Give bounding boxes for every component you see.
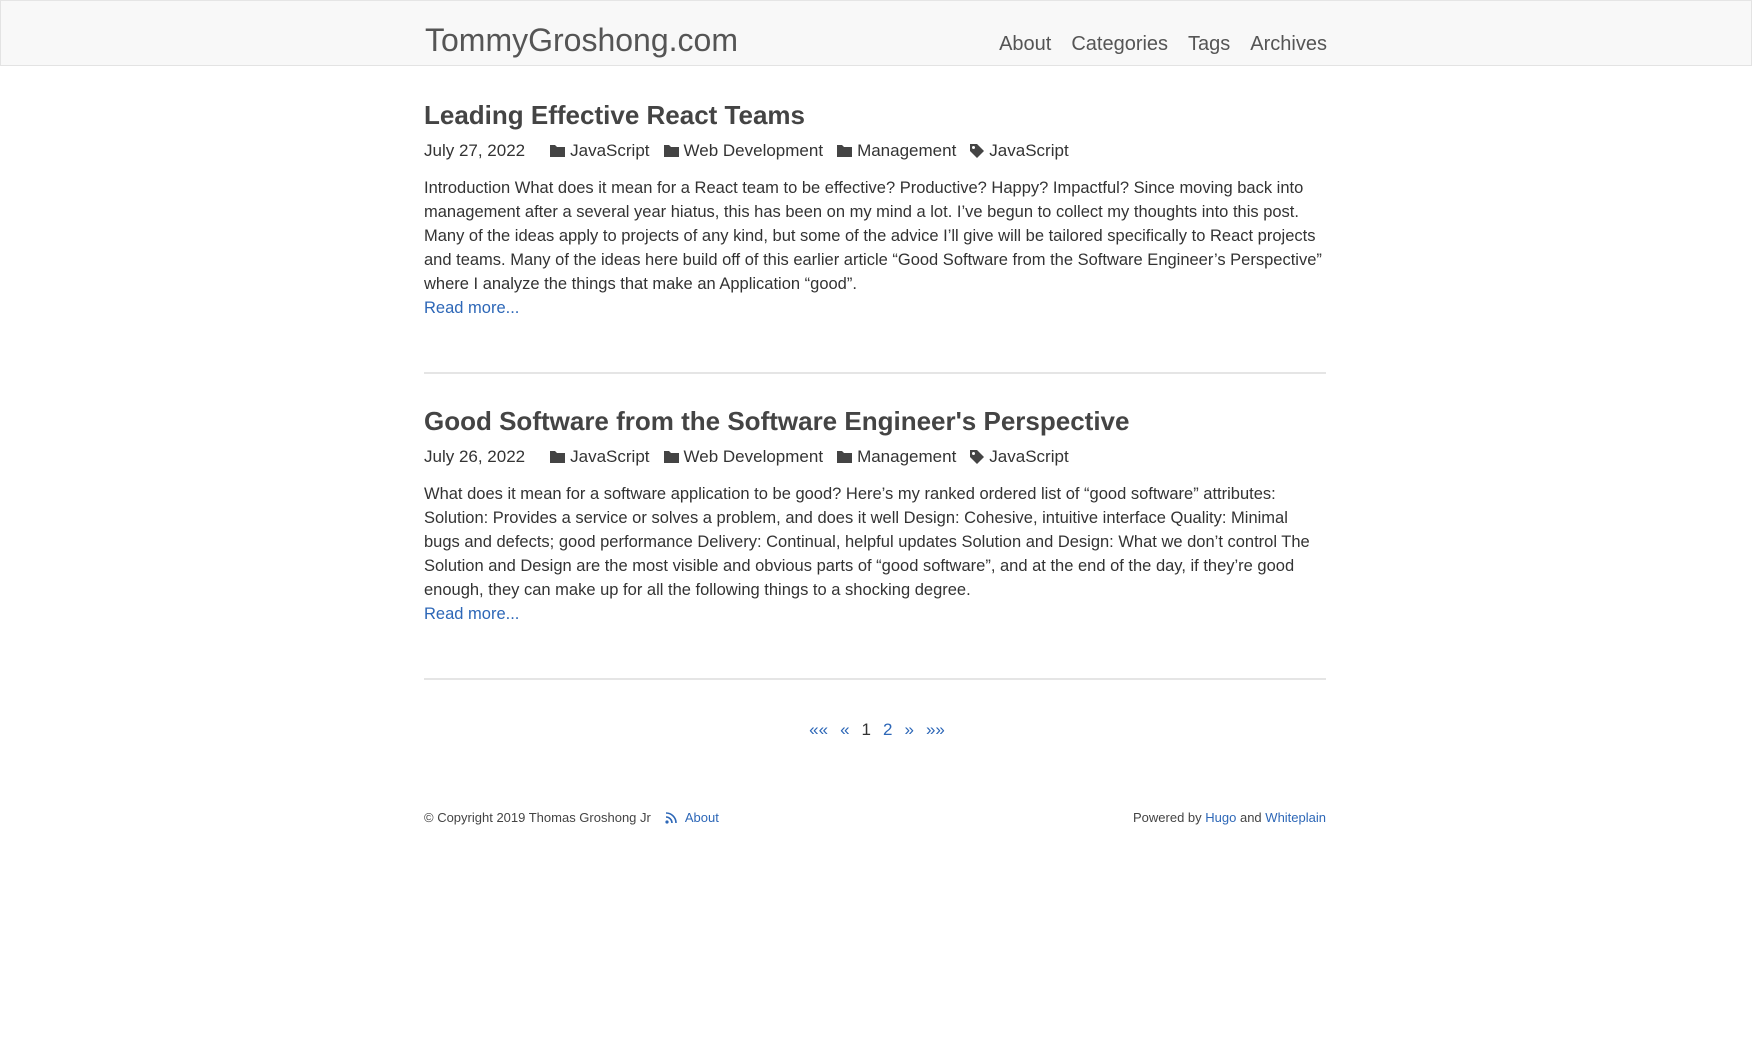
prev-page-link[interactable]: « [840, 718, 849, 742]
rss-icon[interactable] [665, 812, 677, 824]
category-link[interactable]: JavaScript [549, 446, 650, 468]
category-link[interactable]: Management [836, 140, 956, 162]
nav-archives[interactable]: Archives [1250, 32, 1327, 56]
category-link[interactable]: Web Development [663, 140, 824, 162]
and-text: and [1239, 810, 1262, 825]
page-2-link[interactable]: 2 [883, 718, 892, 742]
nav-tags[interactable]: Tags [1188, 32, 1230, 56]
post-date: July 27, 2022 [424, 141, 526, 160]
category-label: JavaScript [570, 447, 650, 466]
site-footer: © Copyright 2019 Thomas Groshong Jr Abou… [424, 808, 1326, 828]
folder-icon [663, 451, 679, 463]
footer-right: Powered by Hugo and Whiteplain [1133, 808, 1326, 828]
nav-categories[interactable]: Categories [1071, 32, 1168, 56]
post-title[interactable]: Good Software from the Software Engineer… [424, 406, 1326, 436]
nav-about[interactable]: About [999, 32, 1051, 56]
site-header: TommyGroshong.com About Categories Tags … [0, 0, 1752, 66]
hugo-link[interactable]: Hugo [1205, 810, 1236, 825]
last-page-link[interactable]: »» [926, 718, 945, 742]
category-link[interactable]: Web Development [663, 446, 824, 468]
category-label: Management [857, 447, 957, 466]
post-meta: July 26, 2022 JavaScript Web Development… [424, 446, 1326, 468]
post-date: July 26, 2022 [424, 447, 526, 466]
post-meta: July 27, 2022 JavaScript Web Development… [424, 140, 1326, 162]
theme-link[interactable]: Whiteplain [1265, 810, 1326, 825]
footer-about-link[interactable]: About [685, 808, 719, 828]
post-divider [424, 678, 1326, 680]
next-page-link[interactable]: » [904, 718, 913, 742]
post-divider [424, 372, 1326, 374]
first-page-link[interactable]: «« [809, 718, 828, 742]
folder-icon [550, 145, 566, 157]
tag-label: JavaScript [989, 141, 1069, 160]
copyright-text: © Copyright 2019 Thomas Groshong Jr [424, 810, 651, 825]
read-more-link[interactable]: Read more... [424, 602, 519, 626]
pagination: «« « 1 2 » »» [0, 718, 1754, 742]
category-link[interactable]: JavaScript [549, 140, 650, 162]
post-item: Good Software from the Software Engineer… [424, 406, 1326, 626]
current-page: 1 [861, 720, 871, 739]
category-label: JavaScript [570, 141, 650, 160]
category-link[interactable]: Management [836, 446, 956, 468]
post-summary: What does it mean for a software applica… [424, 485, 1310, 599]
powered-by-text: Powered by [1132, 810, 1202, 825]
category-label: Management [857, 141, 957, 160]
folder-icon [663, 145, 679, 157]
read-more-link[interactable]: Read more... [424, 296, 519, 320]
tag-icon [970, 450, 985, 464]
tag-icon [970, 144, 985, 158]
folder-icon [837, 451, 853, 463]
category-label: Web Development [683, 141, 824, 160]
tag-label: JavaScript [989, 447, 1069, 466]
tag-link[interactable]: JavaScript [969, 446, 1069, 468]
main-nav: About Categories Tags Archives [1, 32, 1327, 56]
post-title[interactable]: Leading Effective React Teams [424, 100, 1326, 130]
category-label: Web Development [683, 447, 824, 466]
tag-link[interactable]: JavaScript [969, 140, 1069, 162]
folder-icon [837, 145, 853, 157]
post-summary: Introduction What does it mean for a Rea… [424, 179, 1322, 293]
footer-left: © Copyright 2019 Thomas Groshong Jr Abou… [424, 808, 719, 828]
folder-icon [550, 451, 566, 463]
post-item: Leading Effective React Teams July 27, 2… [424, 100, 1326, 320]
